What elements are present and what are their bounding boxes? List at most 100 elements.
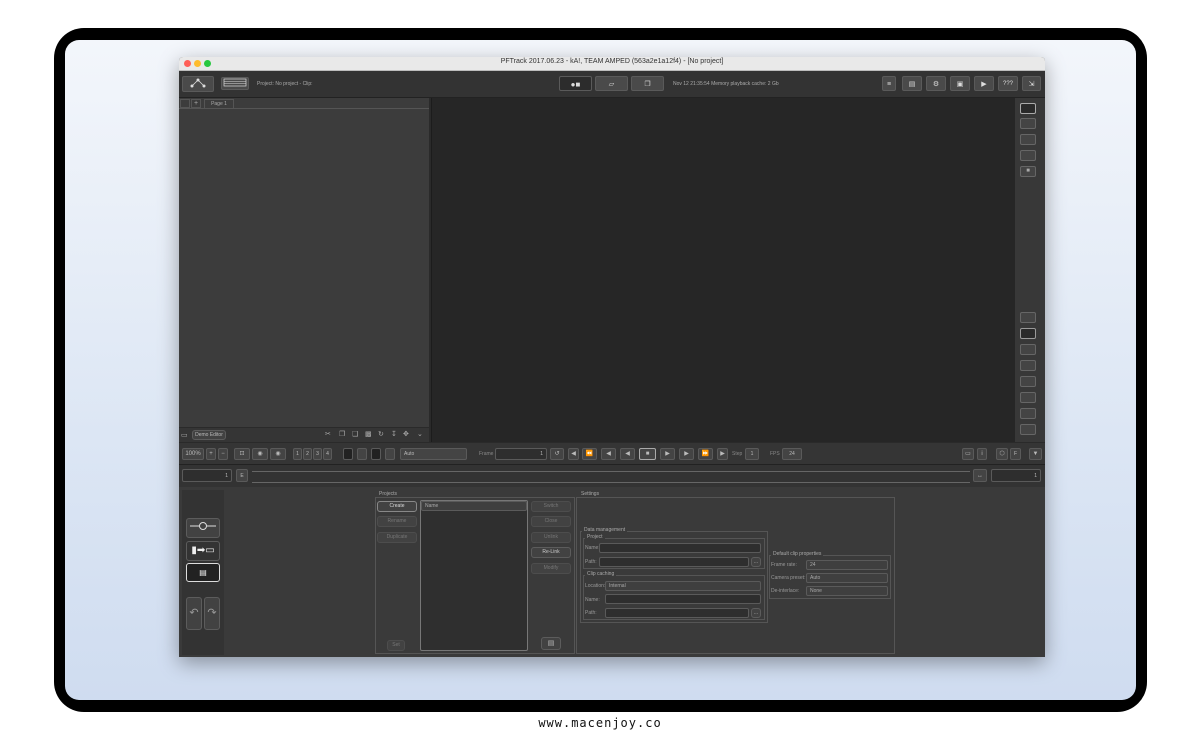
timeline-scrubber[interactable]	[252, 471, 970, 483]
hex-icon[interactable]: ⬡	[996, 448, 1008, 460]
quad-view-button[interactable]	[1020, 150, 1036, 161]
key-4[interactable]: 4	[323, 448, 332, 460]
collapse-icon[interactable]	[180, 99, 190, 108]
delete-icon[interactable]: ▩	[365, 430, 372, 438]
notes-button[interactable]: ≡	[882, 76, 896, 91]
single-view-button[interactable]	[1020, 103, 1036, 114]
tab-page-1[interactable]: Page 1	[204, 99, 234, 108]
help-button[interactable]: ???	[998, 76, 1018, 91]
channel-dark[interactable]	[371, 448, 381, 460]
deinterlace-select[interactable]: None	[806, 586, 888, 596]
key-1[interactable]: 1	[293, 448, 302, 460]
export-button[interactable]: ▮➡▭	[186, 541, 220, 561]
frame-field[interactable]: 1	[495, 448, 547, 460]
fit-view-button[interactable]: ⊡	[234, 448, 250, 460]
duplicate-button[interactable]: Duplicate	[377, 532, 417, 543]
demo-editor-button[interactable]: Demo Editor	[192, 430, 226, 440]
node-link-button[interactable]	[186, 518, 220, 538]
display-toggle-button[interactable]: ▭	[962, 448, 974, 460]
paste-icon[interactable]: ❑	[352, 430, 358, 438]
expand-button[interactable]: ⇲	[1022, 76, 1041, 91]
color-icon[interactable]	[1020, 424, 1036, 435]
grid-icon[interactable]	[1020, 392, 1036, 403]
import-icon[interactable]: ↧	[391, 430, 397, 438]
sync-icon[interactable]	[1020, 312, 1036, 323]
refresh-icon[interactable]: ↻	[378, 430, 384, 438]
overlay-icon[interactable]	[1020, 360, 1036, 371]
location-select[interactable]: Internal	[605, 581, 761, 591]
project-list-header[interactable]: Name	[421, 501, 527, 511]
channel-options[interactable]	[385, 448, 395, 460]
split-horizontal-button[interactable]	[1020, 134, 1036, 145]
key-3[interactable]: 3	[313, 448, 322, 460]
copy-icon[interactable]: ❐	[339, 430, 345, 438]
frame-rate-select[interactable]: 24	[806, 560, 888, 570]
switch-button[interactable]: Switch	[531, 501, 571, 512]
zoom-field[interactable]: 100%	[182, 448, 204, 460]
start-frame-field[interactable]: 1	[182, 469, 232, 482]
viewer-area[interactable]	[431, 98, 1015, 442]
key-2[interactable]: 2	[303, 448, 312, 460]
zoom-out-button[interactable]: −	[218, 448, 228, 460]
cache-path-browse[interactable]: ...	[751, 608, 761, 618]
step-forward-button[interactable]: ▶	[679, 448, 694, 460]
documents-button[interactable]: ❐	[631, 76, 664, 91]
mask-icon[interactable]	[1020, 376, 1036, 387]
project-path-field[interactable]	[599, 557, 749, 567]
pin-icon[interactable]: ◉	[270, 448, 286, 460]
cache-name-field[interactable]	[605, 594, 761, 604]
rename-button[interactable]: Rename	[377, 516, 417, 527]
add-page-icon[interactable]: +	[191, 99, 201, 108]
info-button[interactable]: i	[977, 448, 987, 460]
modify-button[interactable]: Modify	[531, 563, 571, 574]
dropdown-icon[interactable]: ⌄	[417, 430, 423, 438]
close-project-button[interactable]: Close	[531, 516, 571, 527]
stop-button[interactable]: ■	[639, 448, 656, 460]
cut-icon[interactable]: ✂	[325, 430, 331, 438]
lock-icon[interactable]: ■	[1020, 166, 1036, 177]
set-button[interactable]: Set	[387, 640, 405, 651]
fast-forward-button[interactable]: ⏩	[698, 448, 713, 460]
undo-button[interactable]: ↶	[186, 597, 202, 630]
range-button[interactable]: ↔	[973, 469, 987, 482]
create-button[interactable]: Create	[377, 501, 417, 512]
end-frame-field[interactable]: 1	[991, 469, 1041, 482]
go-start-button[interactable]: ◀	[568, 448, 579, 460]
relink-button[interactable]: Re-Link	[531, 547, 571, 558]
project-path-browse[interactable]: ...	[751, 557, 761, 567]
redo-button[interactable]: ↷	[204, 597, 220, 630]
preferences-button[interactable]: ⚙	[926, 76, 946, 91]
browse-folder-button[interactable]: ▤	[541, 637, 561, 650]
step-back-button[interactable]: ◀	[601, 448, 616, 460]
fit-icon[interactable]: ✥	[403, 430, 409, 438]
loop-button[interactable]: ↺	[550, 448, 564, 460]
dense-grid-icon[interactable]	[1020, 408, 1036, 419]
monitor-icon[interactable]: ▭	[181, 431, 188, 439]
timeline-marker[interactable]: E	[236, 469, 248, 482]
camera-view-button[interactable]: ●■	[559, 76, 592, 91]
project-list[interactable]: Name	[420, 500, 528, 651]
play-reverse-button[interactable]: ◀	[620, 448, 635, 460]
unlink-button[interactable]: Unlink	[531, 532, 571, 543]
clapper-button[interactable]: ▤	[186, 563, 220, 582]
snapshot-button[interactable]: ▣	[950, 76, 970, 91]
collapse-panel-button[interactable]: ▼	[1029, 448, 1042, 460]
layout-button[interactable]: ▤	[902, 76, 922, 91]
zoom-in-button[interactable]: +	[206, 448, 216, 460]
project-name-field[interactable]	[599, 543, 761, 553]
frame-icon[interactable]	[1020, 344, 1036, 355]
fast-rewind-button[interactable]: ⏪	[582, 448, 597, 460]
clip-list-button[interactable]	[221, 77, 249, 90]
eye-icon[interactable]: ◉	[252, 448, 268, 460]
playback-button[interactable]: ▶	[974, 76, 994, 91]
channel-mid[interactable]	[357, 448, 367, 460]
go-end-button[interactable]: ▶	[717, 448, 728, 460]
node-tree-button[interactable]	[182, 76, 214, 92]
image-view-button[interactable]: ▱	[595, 76, 628, 91]
cache-path-field[interactable]	[605, 608, 749, 618]
camera-preset-select[interactable]: Auto	[806, 573, 888, 583]
channel-black[interactable]	[343, 448, 353, 460]
play-button[interactable]: ▶	[660, 448, 675, 460]
fps-field[interactable]: 24	[782, 448, 802, 460]
step-field[interactable]: 1	[745, 448, 759, 460]
